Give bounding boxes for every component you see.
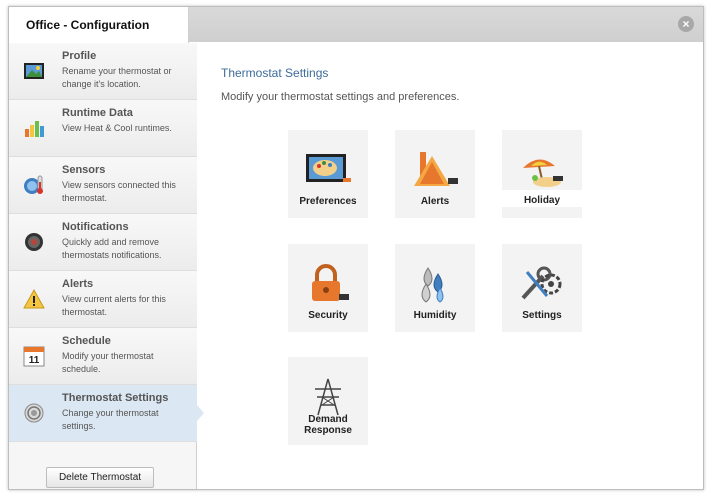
sidebar-item-desc: View current alerts for this thermostat.	[62, 294, 166, 317]
sidebar-item-title: Alerts	[62, 278, 94, 290]
alert-icon	[414, 152, 458, 186]
padlock-icon	[312, 264, 349, 301]
profile-picture-icon	[24, 63, 44, 79]
settings-dial-icon	[24, 403, 44, 423]
main-panel: Thermostat Settings Modify your thermost…	[198, 43, 703, 489]
sidebar-item-desc: Modify your thermostat schedule.	[62, 351, 154, 374]
sidebar-item-title: Profile	[62, 50, 97, 62]
water-drops-icon	[421, 267, 444, 303]
tile-humidity[interactable]: Humidity	[395, 244, 475, 332]
notification-icon	[25, 233, 43, 251]
power-tower-icon	[315, 378, 341, 416]
title-tab: Office - Configuration	[9, 7, 189, 43]
tile-label: Alerts	[420, 196, 450, 207]
sidebar-item-title: Thermostat Settings	[62, 392, 169, 404]
sidebar-item-desc: View sensors connected this thermostat.	[62, 180, 176, 203]
sidebar-item-title: Sensors	[62, 164, 106, 176]
sidebar-item-desc: Change your thermostat settings.	[62, 408, 159, 431]
sidebar-item-title: Notifications	[62, 221, 129, 233]
tile-label: Holiday	[523, 195, 561, 206]
tile-security[interactable]: Security	[288, 244, 368, 332]
delete-thermostat-button[interactable]: Delete Thermostat	[46, 467, 154, 488]
sidebar-item-profile[interactable]: Profile Rename your thermostat or change…	[9, 43, 197, 100]
tile-demand-response[interactable]: Demand Response	[288, 357, 368, 445]
beach-umbrella-icon	[523, 159, 563, 187]
tile-label-line2: Response	[304, 425, 352, 436]
tile-label: Security	[308, 310, 348, 321]
sidebar-item-runtime-data[interactable]: Runtime Data View Heat & Cool runtimes.	[9, 100, 197, 157]
sidebar-item-desc: Quickly add and remove thermostats notif…	[62, 237, 162, 260]
page-subtitle: Modify your thermostat settings and pref…	[221, 91, 460, 103]
warning-icon	[23, 288, 45, 309]
sidebar-item-sensors[interactable]: Sensors View sensors connected this ther…	[9, 157, 197, 214]
wrench-gear-icon	[521, 266, 562, 300]
sidebar-item-alerts[interactable]: Alerts View current alerts for this ther…	[9, 271, 197, 328]
sidebar-item-schedule[interactable]: 11 Schedule Modify your thermostat sched…	[9, 328, 197, 385]
close-icon: ×	[682, 17, 690, 31]
configuration-window: Office - Configuration × Profile Rename …	[8, 6, 704, 490]
tile-label: Humidity	[413, 310, 457, 321]
window-title: Office - Configuration	[26, 18, 150, 32]
title-bar: Office - Configuration ×	[9, 7, 703, 43]
tile-label: Preferences	[299, 196, 357, 207]
sidebar-item-title: Schedule	[62, 335, 111, 347]
sidebar-item-title: Runtime Data	[62, 107, 133, 119]
tile-preferences[interactable]: Preferences	[288, 130, 368, 218]
thermometer-icon	[24, 175, 43, 194]
tile-holiday[interactable]: Holiday	[502, 130, 582, 218]
tile-alerts[interactable]: Alerts	[395, 130, 475, 218]
close-button[interactable]: ×	[678, 16, 694, 32]
tile-label-line1: Demand	[308, 414, 348, 425]
sidebar-item-notifications[interactable]: Notifications Quickly add and remove the…	[9, 214, 197, 271]
bar-chart-icon	[25, 121, 44, 137]
calendar-day: 11	[29, 355, 40, 366]
tile-label: Settings	[522, 310, 562, 321]
page-title: Thermostat Settings	[221, 66, 329, 80]
sidebar-item-desc: Rename your thermostat or change it's lo…	[62, 66, 172, 89]
sidebar-item-desc: View Heat & Cool runtimes.	[62, 123, 172, 133]
sidebar: Profile Rename your thermostat or change…	[9, 43, 204, 489]
calendar-icon: 11	[23, 346, 45, 367]
palette-icon	[306, 154, 351, 182]
tile-settings[interactable]: Settings	[502, 244, 582, 332]
sidebar-item-thermostat-settings[interactable]: Thermostat Settings Change your thermost…	[9, 385, 204, 442]
